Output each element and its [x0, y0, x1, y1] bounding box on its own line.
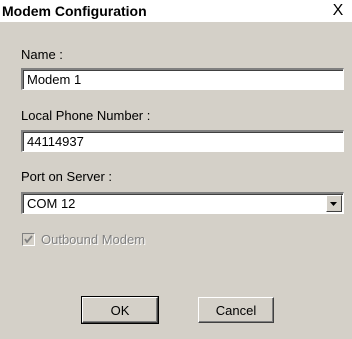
close-icon: X — [332, 2, 344, 19]
close-button[interactable]: X — [329, 2, 347, 20]
ok-button[interactable]: OK — [81, 296, 159, 324]
dropdown-button[interactable] — [326, 195, 342, 212]
port-select[interactable]: COM 12 — [21, 192, 344, 214]
checkmark-icon — [24, 234, 33, 244]
dialog-title: Modem Configuration — [2, 3, 147, 19]
local-phone-input[interactable] — [21, 130, 344, 152]
outbound-modem-checkbox — [22, 232, 35, 246]
cancel-button[interactable]: Cancel — [198, 297, 274, 323]
outbound-modem-label: Outbound Modem — [41, 231, 146, 247]
cancel-button-label: Cancel — [215, 302, 257, 318]
port-label: Port on Server : — [21, 169, 113, 184]
outbound-modem-row: Outbound Modem — [22, 231, 145, 247]
name-label: Name : — [21, 47, 63, 62]
modem-configuration-dialog: Modem Configuration X Name : Local Phone… — [0, 0, 352, 339]
ok-button-label: OK — [110, 302, 130, 318]
port-select-value: COM 12 — [27, 196, 76, 211]
chevron-down-icon — [330, 202, 337, 206]
name-input[interactable] — [21, 68, 344, 90]
local-phone-label: Local Phone Number : — [21, 108, 151, 123]
title-bar: Modem Configuration X — [0, 0, 352, 22]
